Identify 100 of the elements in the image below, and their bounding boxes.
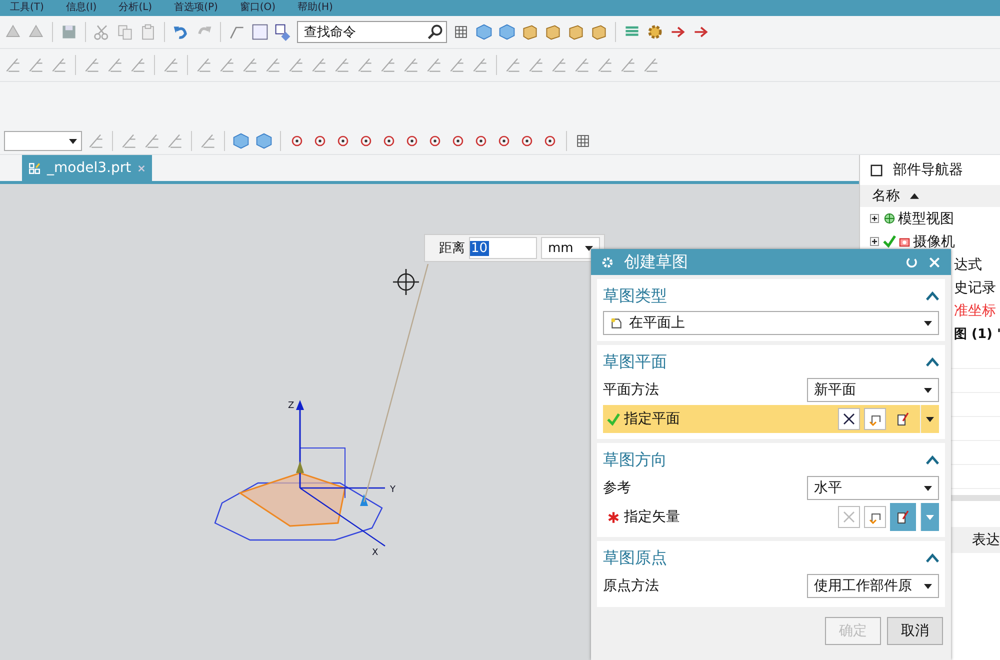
tree-item[interactable]: 图 (1) ' bbox=[954, 324, 1000, 342]
expand-icon[interactable] bbox=[870, 214, 880, 223]
block-icon[interactable] bbox=[521, 23, 539, 41]
block-icon[interactable] bbox=[544, 23, 562, 41]
constraint-icon[interactable] bbox=[425, 56, 443, 74]
section-title[interactable]: 草图原点 bbox=[603, 548, 667, 568]
constraint-icon[interactable] bbox=[87, 132, 105, 150]
block-icon[interactable] bbox=[567, 23, 585, 41]
expand-icon[interactable] bbox=[870, 237, 880, 246]
option-dropdown[interactable]: 水平 bbox=[807, 476, 939, 500]
search-icon[interactable] bbox=[426, 23, 444, 41]
option-dropdown[interactable]: 新平面 bbox=[807, 378, 939, 402]
constraint-icon[interactable] bbox=[379, 56, 397, 74]
gear-icon[interactable] bbox=[601, 256, 614, 268]
tree-item[interactable]: 史记录 bbox=[954, 278, 1000, 296]
tab-label: _model3.prt bbox=[47, 160, 132, 176]
dropdown-arrow-icon[interactable] bbox=[924, 486, 932, 490]
collapse-icon[interactable] bbox=[926, 553, 939, 563]
column-header[interactable]: 名称 bbox=[860, 185, 1000, 207]
constraint-icon[interactable] bbox=[550, 56, 568, 74]
paste-icon[interactable] bbox=[139, 23, 157, 41]
constraint-icon[interactable] bbox=[83, 56, 101, 74]
menu-item[interactable]: 帮助(H) bbox=[298, 2, 333, 14]
close-icon[interactable] bbox=[137, 164, 146, 172]
tree-item[interactable]: 模型视图 bbox=[898, 210, 954, 228]
type-dropdown[interactable]: 在平面上 bbox=[603, 311, 939, 335]
constraint-icon[interactable] bbox=[573, 56, 591, 74]
cube-icon[interactable] bbox=[498, 23, 516, 41]
menu-item[interactable]: 分析(L) bbox=[118, 2, 152, 14]
constraint-icon[interactable] bbox=[356, 56, 374, 74]
option-dropdown[interactable]: 使用工作部件原 bbox=[807, 574, 939, 598]
window-icon[interactable] bbox=[870, 164, 884, 176]
constraint-icon[interactable] bbox=[195, 56, 213, 74]
unit-dropdown[interactable]: mm bbox=[541, 237, 600, 259]
dropdown-arrow-icon[interactable] bbox=[924, 320, 932, 326]
gear-icon[interactable] bbox=[646, 23, 664, 41]
section-title[interactable]: 草图平面 bbox=[603, 352, 667, 372]
dialog-button[interactable]: 取消 bbox=[887, 617, 943, 645]
collapse-icon[interactable] bbox=[926, 455, 939, 465]
dropdown-arrow-icon[interactable] bbox=[924, 584, 932, 588]
constraint-icon[interactable] bbox=[619, 56, 637, 74]
constraint-icon[interactable] bbox=[310, 56, 328, 74]
distance-field[interactable]: 10 bbox=[469, 237, 537, 259]
field-label: 原点方法 bbox=[603, 577, 659, 595]
panel-title: 部件导航器 bbox=[893, 161, 964, 179]
caret-icon[interactable] bbox=[926, 416, 934, 422]
constraint-icon[interactable] bbox=[642, 56, 660, 74]
constraint-icon[interactable] bbox=[471, 56, 489, 74]
constraint-icon[interactable] bbox=[162, 56, 180, 74]
field-label: 参考 bbox=[603, 479, 631, 497]
constraint-icon[interactable] bbox=[143, 132, 161, 150]
constraint-icon[interactable] bbox=[27, 56, 45, 74]
menu-item[interactable]: 工具(T) bbox=[10, 2, 44, 14]
field-label: 平面方法 bbox=[603, 381, 659, 399]
sort-ascending-icon[interactable] bbox=[910, 193, 920, 199]
constraint-icon[interactable] bbox=[402, 56, 420, 74]
menu-item[interactable]: 信息(I) bbox=[66, 2, 97, 14]
menu-item[interactable]: 首选项(P) bbox=[174, 2, 218, 14]
grid-icon[interactable] bbox=[574, 132, 592, 150]
section-title[interactable]: 草图类型 bbox=[603, 286, 667, 306]
constraint-icon[interactable] bbox=[333, 56, 351, 74]
constraint-icon[interactable] bbox=[287, 56, 305, 74]
cube-icon[interactable] bbox=[232, 132, 250, 150]
constraint-icon[interactable] bbox=[166, 132, 184, 150]
collapse-icon[interactable] bbox=[926, 291, 939, 301]
tree-item[interactable]: 达式 bbox=[954, 256, 1000, 274]
dropdown-arrow-icon[interactable] bbox=[69, 138, 77, 144]
save-icon[interactable] bbox=[60, 23, 78, 41]
constraint-icon[interactable] bbox=[199, 132, 217, 150]
constraint-icon[interactable] bbox=[596, 56, 614, 74]
constraint-icon[interactable] bbox=[106, 56, 124, 74]
selection-row[interactable]: 指定平面 bbox=[603, 405, 939, 433]
constraint-icon[interactable] bbox=[120, 132, 138, 150]
search-box[interactable]: 查找命令 bbox=[297, 21, 447, 43]
constraint-icon[interactable] bbox=[218, 56, 236, 74]
menu-item[interactable]: 窗口(O) bbox=[240, 2, 276, 14]
constraint-icon[interactable] bbox=[4, 56, 22, 74]
constraint-icon[interactable] bbox=[129, 56, 147, 74]
scissors-icon[interactable] bbox=[93, 23, 111, 41]
block-icon[interactable] bbox=[590, 23, 608, 41]
constraint-icon[interactable] bbox=[448, 56, 466, 74]
tree-item[interactable]: 摄像机 bbox=[913, 232, 956, 250]
collapse-icon[interactable] bbox=[926, 357, 939, 367]
constraint-icon[interactable] bbox=[504, 56, 522, 74]
constraint-icon[interactable] bbox=[241, 56, 259, 74]
reset-icon[interactable] bbox=[905, 256, 918, 268]
constraint-icon[interactable] bbox=[264, 56, 282, 74]
constraint-icon[interactable] bbox=[527, 56, 545, 74]
tree-item[interactable]: 准坐标 bbox=[954, 302, 1000, 320]
cube-icon[interactable] bbox=[475, 23, 493, 41]
copy-icon[interactable] bbox=[116, 23, 134, 41]
search-field[interactable]: 查找命令 bbox=[302, 24, 426, 40]
dropdown-arrow-icon[interactable] bbox=[585, 246, 594, 250]
square-icon[interactable] bbox=[251, 23, 269, 41]
section-title[interactable]: 草图方向 bbox=[603, 450, 667, 470]
constraint-icon[interactable] bbox=[50, 56, 68, 74]
grid-icon[interactable] bbox=[452, 23, 470, 41]
cube-icon[interactable] bbox=[255, 132, 273, 150]
info-icon[interactable] bbox=[274, 23, 292, 41]
dropdown-arrow-icon[interactable] bbox=[924, 388, 932, 392]
